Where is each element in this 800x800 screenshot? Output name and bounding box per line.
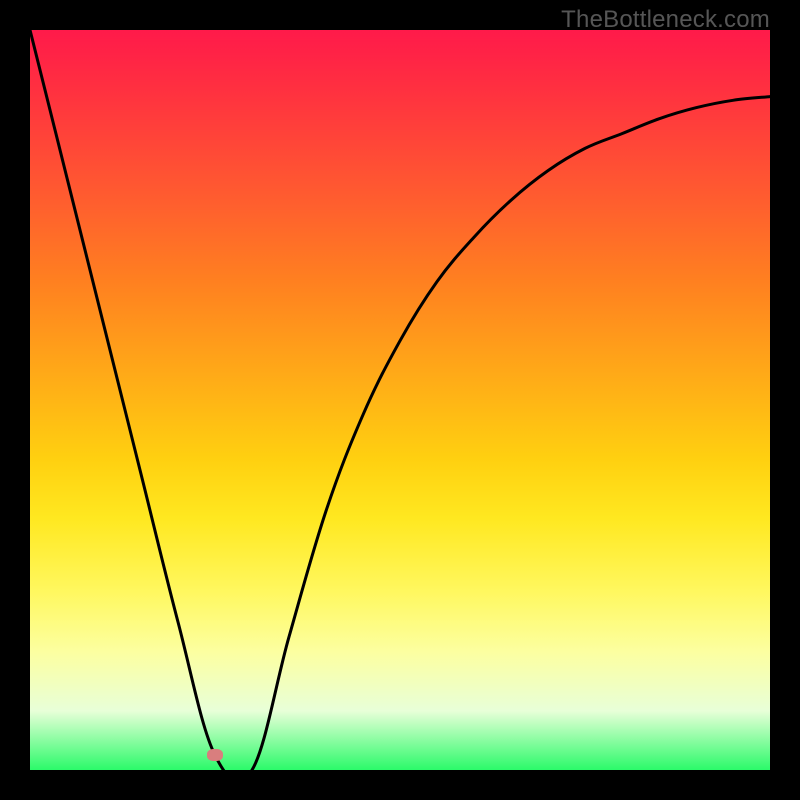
bottleneck-curve: [30, 30, 770, 782]
plot-area: [30, 30, 770, 770]
watermark-text: TheBottleneck.com: [561, 6, 770, 34]
chart-frame: TheBottleneck.com: [0, 0, 800, 800]
min-marker: [207, 749, 223, 761]
curve-svg: [30, 30, 770, 770]
